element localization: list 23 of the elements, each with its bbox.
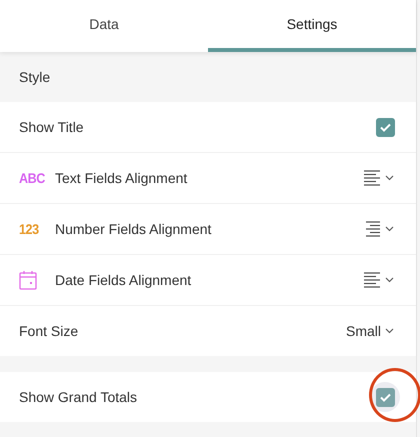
tab[interactable]: Data: [0, 0, 208, 52]
setting-label: Text Fields Alignment: [55, 170, 188, 186]
check-icon: [380, 392, 390, 402]
field-type-icon: 123: [19, 221, 52, 237]
alignment-dropdown[interactable]: [364, 169, 394, 187]
checkbox[interactable]: [376, 388, 394, 406]
caret-icon: [385, 175, 394, 181]
alignment-dropdown[interactable]: [364, 271, 394, 289]
setting-label: Date Fields Alignment: [55, 272, 192, 288]
setting-label: Show Title: [19, 119, 85, 135]
caret-icon: [385, 328, 394, 334]
font-size-dropdown[interactable]: Small: [346, 323, 394, 339]
setting-label: Show Grand Totals: [19, 389, 138, 405]
setting-label: Number Fields Alignment: [55, 221, 212, 237]
alignment-dropdown[interactable]: [364, 220, 394, 238]
setting-label: Font Size: [19, 323, 80, 339]
checkbox[interactable]: [376, 118, 394, 136]
check-icon: [380, 122, 390, 132]
caret-icon: [385, 226, 394, 232]
field-type-icon: ABC: [19, 170, 52, 186]
tab[interactable]: Settings: [208, 0, 416, 52]
caret-icon: [385, 277, 394, 283]
calendar-icon: [19, 270, 37, 290]
